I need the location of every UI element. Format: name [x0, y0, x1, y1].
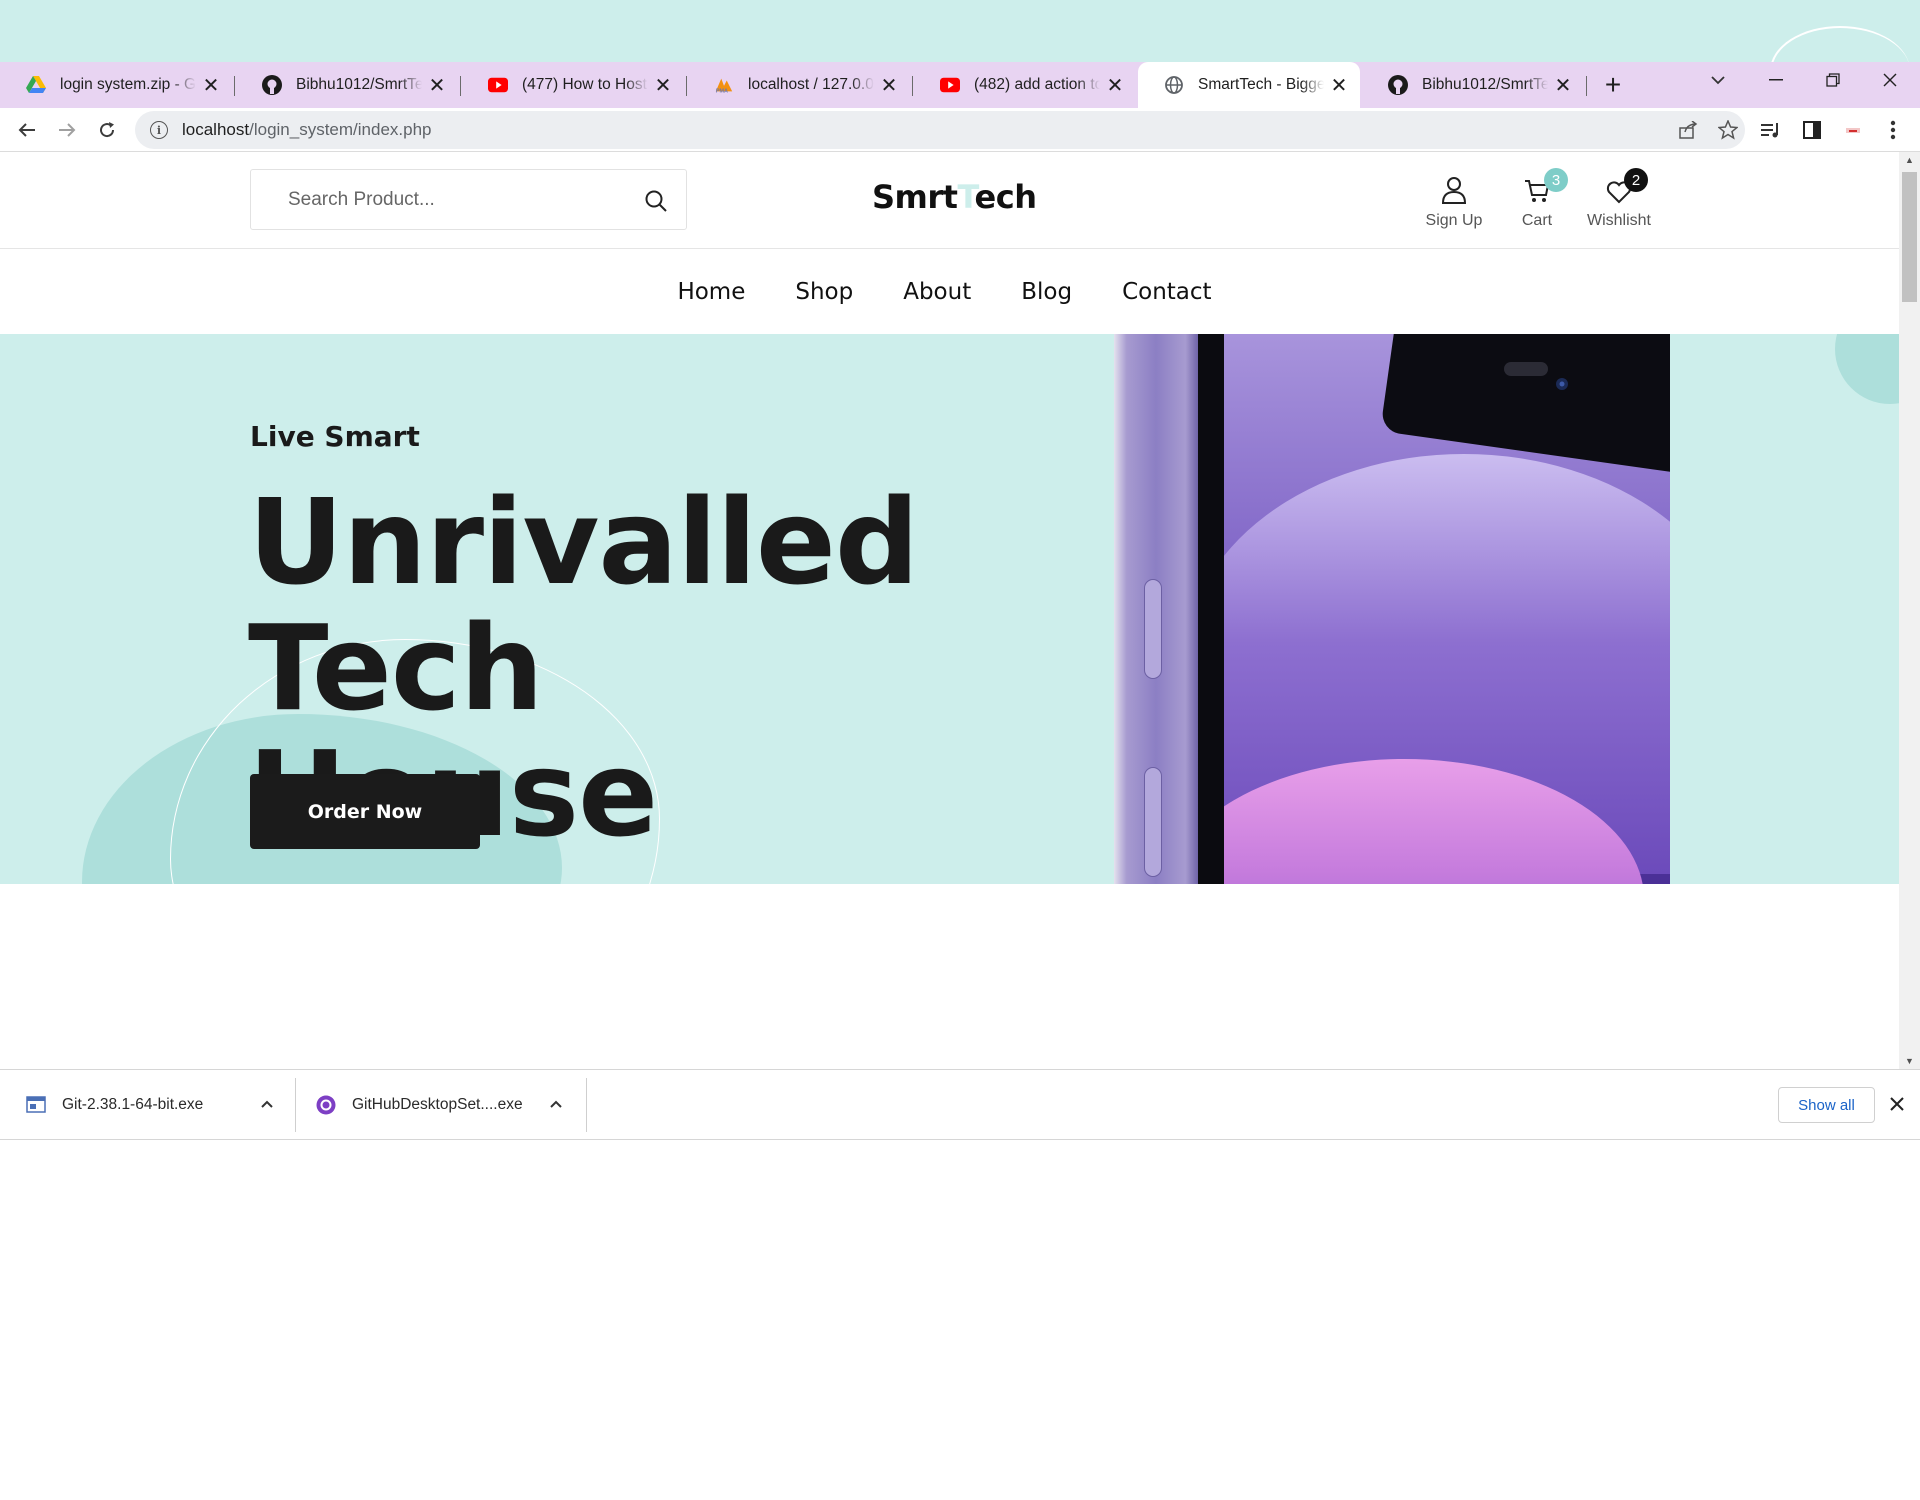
restore-icon[interactable] [1808, 62, 1858, 98]
tab-title: localhost / 127.0.0.1 / [748, 76, 874, 93]
youtube-icon [488, 75, 508, 95]
close-tab-icon[interactable]: ✕ [880, 73, 898, 98]
logo-text: Smrt [872, 178, 958, 216]
nav-contact[interactable]: Contact [1122, 279, 1211, 305]
close-tab-icon[interactable]: ✕ [202, 73, 220, 98]
signup-label: Sign Up [1425, 212, 1483, 229]
address-bar[interactable]: i localhost/login_system/index.php [135, 111, 1745, 149]
signup-link[interactable]: Sign Up [1424, 172, 1484, 230]
tab-title: SmartTech - Biggest S [1198, 76, 1324, 93]
download-shelf: Git-2.38.1-64-bit.exe GitHubDesktopSet..… [0, 1069, 1920, 1140]
hero-banner: Live Smart Unrivalled TechHouse Order No… [0, 334, 1899, 884]
logo-text-end: ech [974, 178, 1037, 216]
globe-icon [1164, 75, 1184, 95]
nav-blog[interactable]: Blog [1021, 279, 1072, 305]
close-tab-icon[interactable]: ✕ [1330, 73, 1348, 98]
forward-icon[interactable] [52, 115, 82, 145]
scroll-up-arrow-icon[interactable]: ▲ [1899, 152, 1920, 168]
download-filename: Git-2.38.1-64-bit.exe [62, 1095, 204, 1113]
page-viewport: SmrtTech Sign Up Cart 3 Wishlisht 2 Home… [0, 152, 1899, 1069]
download-item-github-desktop[interactable]: GitHubDesktopSet....exe [316, 1070, 578, 1139]
browser-toolbar: i localhost/login_system/index.php [0, 108, 1920, 152]
download-item-git[interactable]: Git-2.38.1-64-bit.exe [26, 1070, 288, 1139]
tab-github-2[interactable]: Bibhu1012/SmrtTech.g ✕ [1362, 62, 1584, 108]
chevron-up-icon[interactable] [549, 1096, 563, 1114]
youtube-icon [940, 75, 960, 95]
hero-title-line1: Unrivalled Tech [248, 473, 919, 737]
search-input[interactable] [288, 188, 618, 211]
cart-count-badge: 3 [1544, 168, 1568, 192]
tab-title: Bibhu1012/SmrtTech.g [1422, 76, 1548, 93]
scroll-down-arrow-icon[interactable]: ▼ [1899, 1053, 1920, 1069]
tab-smarttech-active[interactable]: SmartTech - Biggest S ✕ [1138, 62, 1360, 108]
side-panel-icon[interactable] [1799, 117, 1825, 143]
reload-icon[interactable] [92, 115, 122, 145]
github-desktop-icon [316, 1095, 336, 1115]
github-icon [1388, 75, 1408, 95]
google-drive-icon [26, 75, 46, 95]
installer-icon [26, 1095, 46, 1115]
desktop-top-band [0, 0, 1920, 62]
chevron-up-icon[interactable] [260, 1096, 274, 1114]
cart-label: Cart [1521, 212, 1553, 229]
main-nav: Home Shop About Blog Contact [0, 249, 1899, 335]
hero-subtitle: Live Smart [250, 420, 420, 453]
nav-shop[interactable]: Shop [795, 279, 853, 305]
new-tab-button[interactable]: + [1596, 68, 1630, 102]
nav-home[interactable]: Home [677, 279, 745, 305]
close-shelf-icon[interactable] [1885, 1092, 1909, 1116]
url-host: localhost [182, 120, 250, 139]
profile-avatar-icon[interactable] [1840, 117, 1866, 143]
tab-phpmyadmin[interactable]: PMA localhost / 127.0.0.1 / ✕ [688, 62, 910, 108]
tab-title: (477) How to Host a W [522, 76, 648, 93]
hero-phone-image [1114, 334, 1670, 884]
tab-youtube-2[interactable]: (482) add action to su ✕ [914, 62, 1136, 108]
close-tab-icon[interactable]: ✕ [654, 73, 672, 98]
wishlist-label: Wishlisht [1586, 212, 1651, 229]
wishlist-link[interactable]: Wishlisht 2 [1586, 168, 1652, 230]
tab-search-chevron-icon[interactable] [1693, 62, 1743, 98]
cart-link[interactable]: Cart 3 [1514, 168, 1568, 230]
more-menu-icon[interactable] [1880, 117, 1906, 143]
close-tab-icon[interactable]: ✕ [1554, 73, 1572, 98]
site-logo[interactable]: SmrtTech [872, 178, 1037, 216]
share-icon[interactable] [1675, 117, 1701, 143]
tab-title: Bibhu1012/SmrtTech.git [296, 76, 422, 93]
phpmyadmin-icon: PMA [714, 75, 734, 95]
url-path: /login_system/index.php [249, 120, 432, 139]
browser-tab-strip: login system.zip - Goo ✕ Bibhu1012/SmrtT… [0, 62, 1920, 108]
close-tab-icon[interactable]: ✕ [428, 73, 446, 98]
logo-accent: T [957, 178, 975, 216]
tab-google-drive[interactable]: login system.zip - Goo ✕ [0, 62, 232, 108]
tab-github-1[interactable]: Bibhu1012/SmrtTech.git ✕ [236, 62, 458, 108]
search-icon[interactable] [644, 189, 668, 213]
scrollbar-thumb[interactable] [1902, 172, 1917, 302]
minimize-icon[interactable] [1751, 62, 1801, 98]
site-header: SmrtTech Sign Up Cart 3 Wishlisht 2 [0, 152, 1899, 249]
tab-youtube-1[interactable]: (477) How to Host a W ✕ [462, 62, 684, 108]
product-search [250, 169, 687, 230]
decorative-corner-blob [1835, 334, 1899, 404]
wishlist-count-badge: 2 [1624, 168, 1648, 192]
site-info-icon[interactable]: i [150, 121, 168, 139]
close-window-icon[interactable] [1865, 62, 1915, 98]
svg-text:PMA: PMA [716, 88, 728, 94]
show-all-downloads-button[interactable]: Show all [1778, 1087, 1875, 1123]
media-control-icon[interactable] [1758, 117, 1784, 143]
user-icon [1424, 172, 1484, 204]
page-scrollbar[interactable]: ▲ ▼ [1899, 152, 1920, 1069]
close-tab-icon[interactable]: ✕ [1106, 73, 1124, 98]
tab-title: login system.zip - Goo [60, 76, 196, 93]
download-filename: GitHubDesktopSet....exe [352, 1095, 523, 1113]
bookmark-star-icon[interactable] [1715, 117, 1741, 143]
order-now-button[interactable]: Order Now [250, 774, 480, 849]
tab-title: (482) add action to su [974, 76, 1100, 93]
back-icon[interactable] [12, 115, 42, 145]
nav-about[interactable]: About [903, 279, 971, 305]
github-icon [262, 75, 282, 95]
